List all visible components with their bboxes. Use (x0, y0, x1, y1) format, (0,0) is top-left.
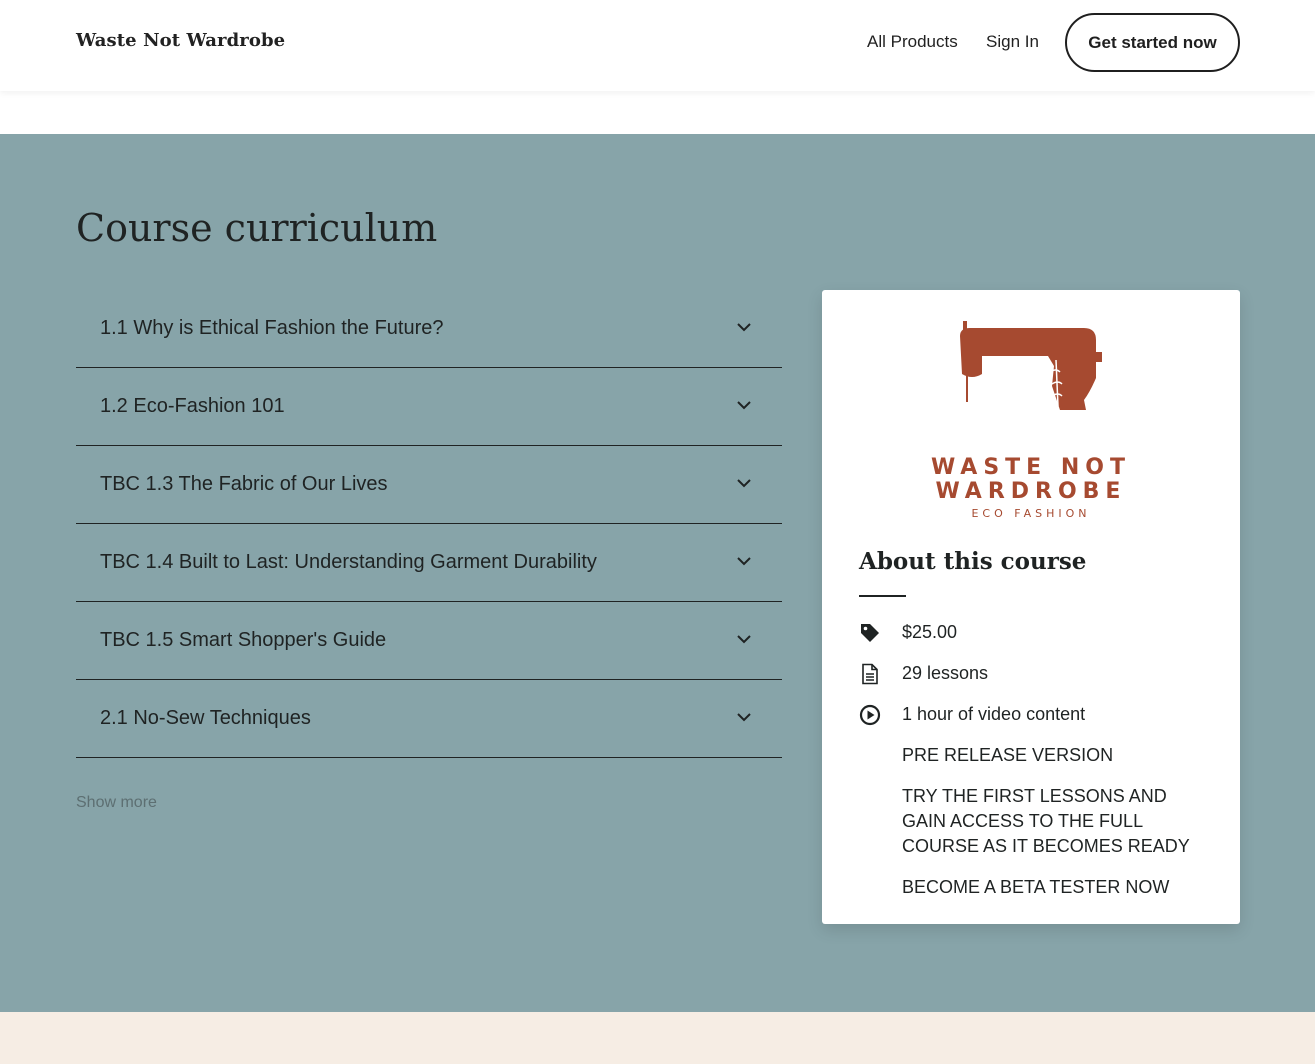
curriculum-item[interactable]: 1.1 Why is Ethical Fashion the Future? (76, 290, 782, 368)
curriculum-item[interactable]: TBC 1.5 Smart Shopper's Guide (76, 602, 782, 680)
logo-line-2: WARDROBE (935, 479, 1127, 504)
logo-line-1: WASTE NOT (931, 455, 1131, 480)
curriculum-item-label: 1.1 Why is Ethical Fashion the Future? (100, 317, 444, 339)
note-row: BECOME A BETA TESTER NOW (859, 875, 1209, 901)
site-header: Waste Not Wardrobe All Products Sign In … (0, 0, 1315, 91)
curriculum-title: Course curriculum (76, 206, 438, 250)
nav-all-products[interactable]: All Products (867, 32, 958, 52)
about-title: About this course (859, 548, 1087, 575)
chevron-down-icon[interactable] (737, 322, 751, 332)
price-row: $25.00 (859, 620, 1209, 646)
curriculum-section: Course curriculum 1.1 Why is Ethical Fas… (0, 134, 1315, 1012)
brand-name[interactable]: Waste Not Wardrobe (76, 30, 285, 51)
about-course-card: WASTE NOT WARDROBE ECO FASHION About thi… (822, 290, 1240, 924)
curriculum-accordion: 1.1 Why is Ethical Fashion the Future? 1… (76, 290, 782, 758)
curriculum-item[interactable]: TBC 1.3 The Fabric of Our Lives (76, 446, 782, 524)
pre-release-note: PRE RELEASE VERSION (902, 745, 1114, 765)
access-note: TRY THE FIRST LESSONS AND GAIN ACCESS TO… (902, 786, 1190, 856)
curriculum-item[interactable]: TBC 1.4 Built to Last: Understanding Gar… (76, 524, 782, 602)
video-duration: 1 hour of video content (902, 704, 1086, 724)
logo-line-3: ECO FASHION (971, 507, 1091, 520)
title-divider (859, 595, 906, 597)
get-started-button[interactable]: Get started now (1065, 13, 1240, 72)
note-row: TRY THE FIRST LESSONS AND GAIN ACCESS TO… (859, 784, 1209, 860)
curriculum-item-label: 2.1 No-Sew Techniques (100, 707, 311, 729)
curriculum-item-label: 1.2 Eco-Fashion 101 (100, 395, 285, 417)
beta-tester-note: BECOME A BETA TESTER NOW (902, 877, 1170, 897)
chevron-down-icon[interactable] (737, 478, 751, 488)
note-row: PRE RELEASE VERSION (859, 743, 1209, 769)
show-more-link[interactable]: Show more (76, 794, 157, 812)
curriculum-item-label: TBC 1.3 The Fabric of Our Lives (100, 473, 388, 495)
price-value: $25.00 (902, 622, 958, 642)
chevron-down-icon[interactable] (737, 556, 751, 566)
curriculum-item[interactable]: 1.2 Eco-Fashion 101 (76, 368, 782, 446)
course-logo: WASTE NOT WARDROBE ECO FASHION (822, 316, 1240, 520)
nav-sign-in[interactable]: Sign In (986, 32, 1039, 52)
document-icon (862, 663, 878, 685)
lessons-row: 29 lessons (859, 661, 1209, 687)
sewing-machine-icon (960, 321, 1102, 410)
chevron-down-icon[interactable] (737, 712, 751, 722)
price-tag-icon (861, 624, 879, 642)
curriculum-item-label: TBC 1.4 Built to Last: Understanding Gar… (100, 551, 597, 573)
curriculum-item-label: TBC 1.5 Smart Shopper's Guide (100, 629, 387, 651)
curriculum-item[interactable]: 2.1 No-Sew Techniques (76, 680, 782, 758)
chevron-down-icon[interactable] (737, 400, 751, 410)
video-row: 1 hour of video content (859, 702, 1209, 728)
chevron-down-icon[interactable] (737, 634, 751, 644)
footer-band (0, 1012, 1315, 1064)
play-circle-icon (859, 704, 881, 726)
lessons-count: 29 lessons (902, 663, 989, 683)
